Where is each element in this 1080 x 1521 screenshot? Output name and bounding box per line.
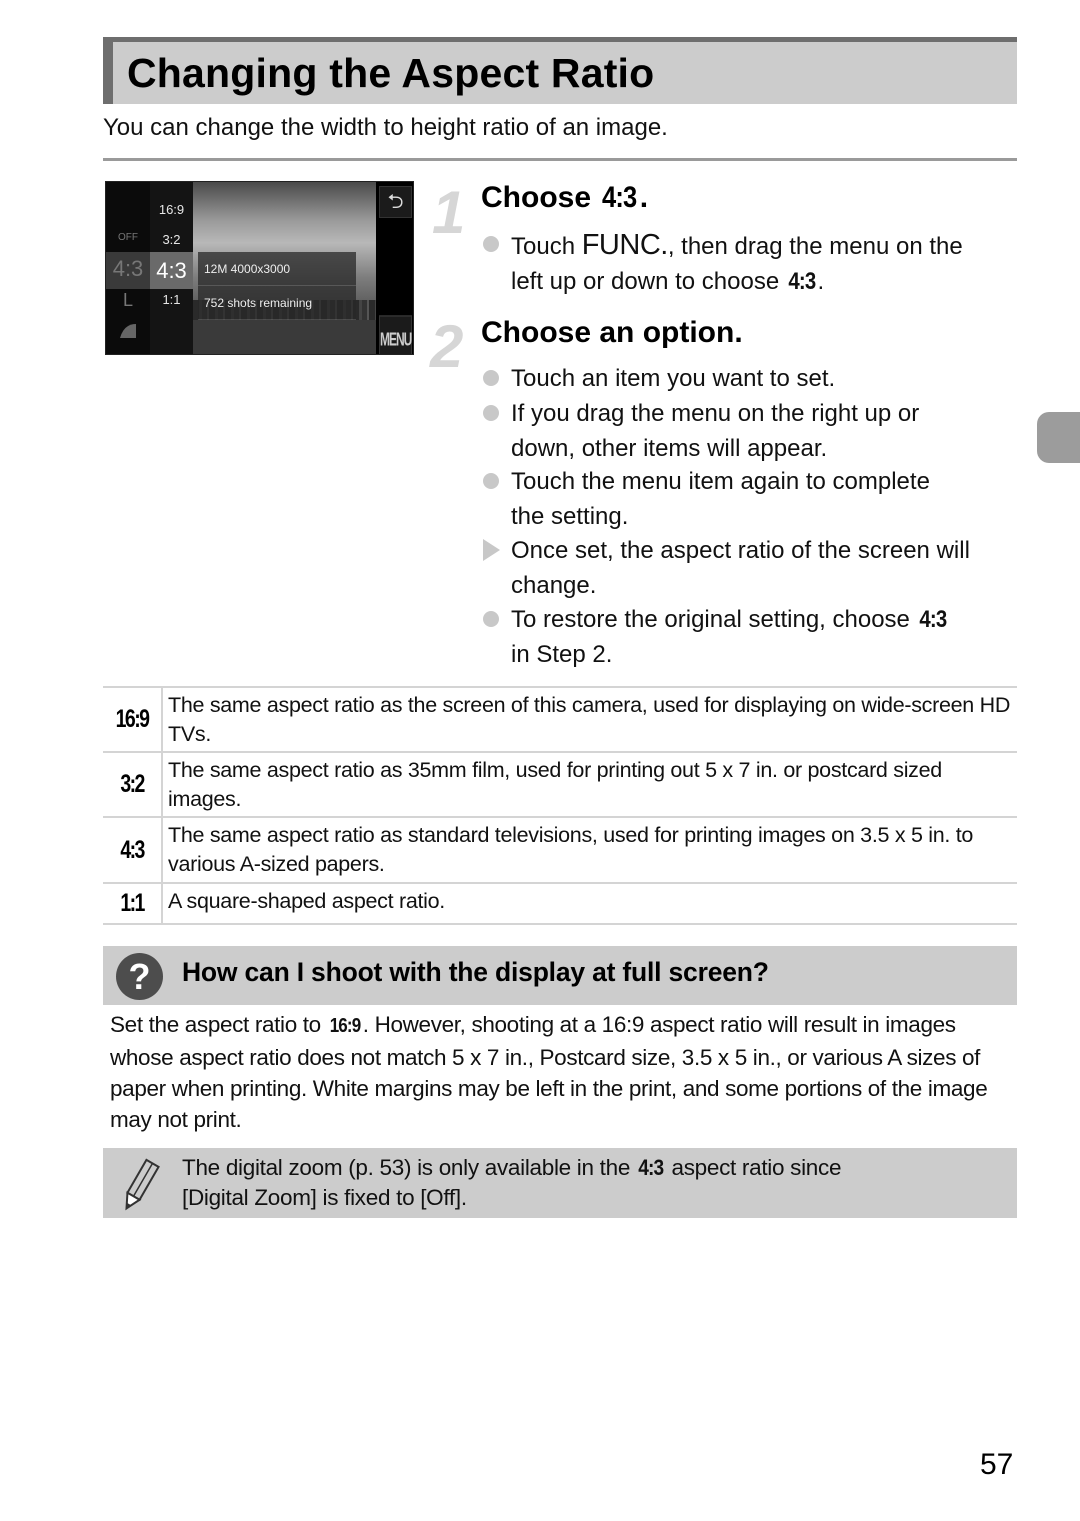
faq-title: How can I shoot with the display at full… [182, 957, 769, 987]
step-1-text-a: Touch [511, 233, 582, 260]
note-text: The digital zoom (p. 53) is only availab… [182, 1153, 841, 1213]
step-2-result-line-2: change. [511, 571, 597, 599]
step-1-text-b: , then drag the menu on the [667, 233, 963, 260]
step-2-bullet-1: Touch an item you want to set. [511, 365, 836, 392]
bullet-icon [483, 370, 499, 386]
page-title: Changing the Aspect Ratio [127, 50, 655, 96]
divider [103, 158, 1017, 161]
compression-icon[interactable] [106, 322, 150, 343]
chapter-side-tab [1037, 412, 1080, 463]
step-2-bullet-2-line-2: down, other items will appear. [511, 434, 828, 462]
func-icon: FUNC. [581, 229, 669, 261]
question-mark-icon: ? [116, 953, 163, 1000]
faq-body: Set the aspect ratio to 16:9. However, s… [110, 1009, 1015, 1135]
camera-screen-illustration: OFF 4:3 L 16:9 3:2 4:3 1:1 12M 4000x3000… [105, 181, 414, 355]
note-text-prefix: The digital zoom (p. 53) is only availab… [182, 1155, 636, 1180]
step-1-title: Choose 4:3. [481, 181, 648, 215]
camera-option-1-1[interactable]: 1:1 [150, 292, 193, 307]
step-2-bullet-3-line-1: Touch the menu item again to complete [511, 468, 930, 495]
aspect-4-3-icon: 4:3 [602, 181, 637, 214]
bullet-icon [483, 611, 499, 627]
camera-info-resolution: 12M 4000x3000 [198, 252, 356, 286]
pencil-icon [125, 1158, 160, 1211]
bullet-icon [483, 473, 499, 489]
aspect-4-3-icon: 4:3 [918, 606, 947, 633]
ratio-1-1-icon: 1:1 [103, 884, 163, 923]
camera-option-4-3[interactable]: 4:3 [150, 258, 193, 284]
step-number-2: 2 [430, 313, 464, 380]
step-1-text-d: . [817, 267, 825, 295]
bullet-icon [483, 236, 499, 252]
camera-left-current-ratio[interactable]: 4:3 [106, 256, 150, 282]
intro-text: You can change the width to height ratio… [103, 114, 668, 141]
step-2-title: Choose an option. [481, 316, 743, 349]
step-number-1: 1 [432, 179, 466, 246]
table-row: 4:3 The same aspect ratio as standard te… [103, 818, 1017, 884]
step-1-title-period: . [639, 181, 649, 214]
step-2-bullet-3: Touch the menu item again to complete th… [511, 465, 1021, 534]
step-1-text-c: left up or down to choose [511, 267, 786, 295]
aspect-ratio-table: 16:9 The same aspect ratio as the screen… [103, 686, 1017, 925]
step-2-bullet-5: To restore the original setting, choose … [511, 603, 1021, 672]
result-triangle-icon [483, 539, 500, 561]
note-box: The digital zoom (p. 53) is only availab… [103, 1148, 1017, 1218]
ratio-description: The same aspect ratio as standard televi… [168, 823, 974, 876]
ratio-3-2-icon: 3:2 [103, 753, 163, 816]
step-2-bullet-5-text: To restore the original setting, choose [511, 606, 917, 633]
step-2-result-line-1: Once set, the aspect ratio of the screen… [511, 537, 970, 564]
step-2-result: Once set, the aspect ratio of the screen… [511, 534, 1021, 603]
step-2-bullet-5-line-2: in Step 2. [511, 640, 613, 668]
table-row: 16:9 The same aspect ratio as the screen… [103, 688, 1017, 753]
image-size-icon[interactable]: L [106, 290, 150, 311]
ratio-description: The same aspect ratio as the screen of t… [168, 693, 1011, 746]
camera-menu-button[interactable]: MENU [379, 315, 412, 354]
aspect-4-3-icon: 4:3 [638, 1155, 664, 1180]
ratio-16-9-icon: 16:9 [103, 688, 163, 751]
aspect-4-3-icon: 4:3 [788, 267, 816, 295]
ratio-description: The same aspect ratio as 35mm film, used… [168, 758, 942, 811]
ratio-description: A square-shaped aspect ratio. [168, 889, 445, 913]
ratio-4-3-icon: 4:3 [103, 818, 163, 882]
self-timer-off-icon[interactable]: OFF [106, 232, 150, 243]
faq-body-prefix: Set the aspect ratio to [110, 1012, 327, 1037]
table-row: 3:2 The same aspect ratio as 35mm film, … [103, 753, 1017, 818]
camera-option-3-2[interactable]: 3:2 [150, 232, 193, 247]
title-bar: Changing the Aspect Ratio [103, 37, 1017, 104]
bullet-icon [483, 405, 499, 421]
step-2-bullet-3-line-2: the setting. [511, 502, 629, 530]
table-row: 1:1 A square-shaped aspect ratio. [103, 884, 1017, 925]
camera-preview-water [193, 320, 376, 354]
step-1-title-text: Choose [481, 181, 592, 214]
return-arrow-icon: ⮌ [387, 191, 404, 213]
faq-header: ? How can I shoot with the display at fu… [103, 946, 1017, 1005]
aspect-16-9-icon: 16:9 [329, 1015, 361, 1037]
step-1-bullet-1: Touch FUNC., then drag the menu on the l… [511, 228, 1021, 299]
step-2-bullet-2: If you drag the menu on the right up or … [511, 397, 1021, 466]
note-text-suffix: aspect ratio since [665, 1155, 842, 1180]
page-number: 57 [980, 1448, 1014, 1481]
camera-option-16-9[interactable]: 16:9 [150, 202, 193, 217]
note-text-line-2: [Digital Zoom] is fixed to [Off]. [182, 1185, 467, 1210]
camera-info-shots: 752 shots remaining [198, 286, 356, 320]
step-2-bullet-2-line-1: If you drag the menu on the right up or [511, 400, 920, 427]
camera-back-button[interactable]: ⮌ [379, 186, 412, 218]
